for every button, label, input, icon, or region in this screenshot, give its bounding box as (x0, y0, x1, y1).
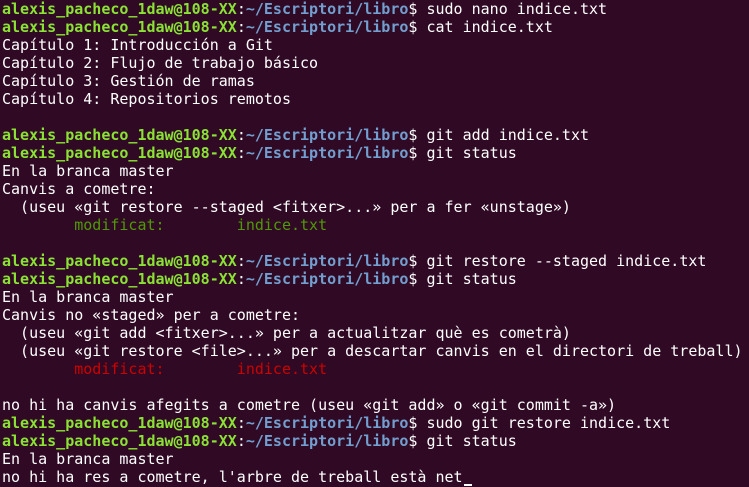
prompt-path: ~/Escriptori/libro (245, 18, 409, 36)
output-text: (useu «git restore <file>...» per a desc… (2, 342, 743, 360)
command-text: git status (417, 144, 517, 162)
command-text: git status (417, 270, 517, 288)
prompt-user: alexis_pacheco_1daw@108-XX (2, 144, 237, 162)
prompt-path: ~/Escriptori/libro (245, 432, 409, 450)
command-text: sudo git restore indice.txt (417, 414, 671, 432)
prompt-path: ~/Escriptori/libro (245, 252, 409, 270)
output-line: Capítulo 1: Introducción a Git (2, 36, 749, 54)
output-text: (useu «git restore --staged <fitxer>...»… (2, 198, 571, 216)
output-text: modificat: indice.txt (2, 360, 328, 378)
output-line: (useu «git restore <file>...» per a desc… (2, 342, 749, 360)
output-text: Canvis no «staged» per a cometre: (2, 306, 301, 324)
command-line: alexis_pacheco_1daw@108-XX:~/Escriptori/… (2, 144, 749, 162)
prompt-separator: : (236, 126, 246, 144)
text-cursor (463, 484, 472, 486)
prompt-path: ~/Escriptori/libro (245, 144, 409, 162)
prompt-separator: : (236, 252, 246, 270)
prompt-path: ~/Escriptori/libro (245, 0, 409, 18)
prompt-user: alexis_pacheco_1daw@108-XX (2, 18, 237, 36)
output-text: no hi ha canvis afegits a cometre (useu … (2, 396, 617, 414)
command-line: alexis_pacheco_1daw@108-XX:~/Escriptori/… (2, 270, 749, 288)
output-line: Capítulo 2: Flujo de trabajo básico (2, 54, 749, 72)
prompt-path: ~/Escriptori/libro (245, 414, 409, 432)
prompt-user: alexis_pacheco_1daw@108-XX (2, 432, 237, 450)
output-text: Capítulo 3: Gestión de ramas (2, 72, 255, 90)
output-text: (useu «git add <fitxer>...» per a actual… (2, 324, 571, 342)
output-line: En la branca master (2, 288, 749, 306)
prompt-separator: : (236, 414, 246, 432)
output-line: Canvis no «staged» per a cometre: (2, 306, 749, 324)
output-text: Capítulo 2: Flujo de trabajo básico (2, 54, 319, 72)
prompt-separator: : (236, 432, 246, 450)
command-line: alexis_pacheco_1daw@108-XX:~/Escriptori/… (2, 0, 749, 18)
output-text: Canvis a cometre: (2, 180, 156, 198)
prompt-path: ~/Escriptori/libro (245, 126, 409, 144)
command-text: git add indice.txt (417, 126, 590, 144)
prompt-path: ~/Escriptori/libro (245, 270, 409, 288)
prompt-user: alexis_pacheco_1daw@108-XX (2, 270, 237, 288)
output-line: (useu «git restore --staged <fitxer>...»… (2, 198, 749, 216)
command-text: sudo nano indice.txt (417, 0, 608, 18)
output-text: En la branca master (2, 288, 174, 306)
output-text: En la branca master (2, 450, 174, 468)
output-text: Capítulo 4: Repositorios remotos (2, 90, 291, 108)
prompt-user: alexis_pacheco_1daw@108-XX (2, 0, 237, 18)
command-line: alexis_pacheco_1daw@108-XX:~/Escriptori/… (2, 126, 749, 144)
prompt-user: alexis_pacheco_1daw@108-XX (2, 126, 237, 144)
command-text: git restore --staged indice.txt (417, 252, 707, 270)
command-text: git status (417, 432, 517, 450)
output-line: Canvis a cometre: (2, 180, 749, 198)
output-line: no hi ha canvis afegits a cometre (useu … (2, 396, 749, 414)
output-text: modificat: indice.txt (2, 216, 328, 234)
output-text: Capítulo 1: Introducción a Git (2, 36, 273, 54)
output-text: no hi ha res a cometre, l'arbre de treba… (2, 468, 463, 486)
output-line: Capítulo 3: Gestión de ramas (2, 72, 749, 90)
prompt-user: alexis_pacheco_1daw@108-XX (2, 252, 237, 270)
command-text: cat indice.txt (417, 18, 553, 36)
prompt-separator: : (236, 18, 246, 36)
prompt-separator: : (236, 144, 246, 162)
staged-file-line: modificat: indice.txt (2, 216, 749, 234)
output-text: En la branca master (2, 162, 174, 180)
command-line: alexis_pacheco_1daw@108-XX:~/Escriptori/… (2, 414, 749, 432)
prompt-user: alexis_pacheco_1daw@108-XX (2, 414, 237, 432)
terminal-window[interactable]: alexis_pacheco_1daw@108-XX:~/Escriptori/… (0, 0, 749, 487)
command-line: alexis_pacheco_1daw@108-XX:~/Escriptori/… (2, 432, 749, 450)
prompt-separator: : (236, 270, 246, 288)
command-line: alexis_pacheco_1daw@108-XX:~/Escriptori/… (2, 252, 749, 270)
output-line: En la branca master (2, 162, 749, 180)
output-line: (useu «git add <fitxer>...» per a actual… (2, 324, 749, 342)
unstaged-file-line: modificat: indice.txt (2, 360, 749, 378)
output-line: Capítulo 4: Repositorios remotos (2, 90, 749, 108)
prompt-separator: : (236, 0, 246, 18)
command-line: alexis_pacheco_1daw@108-XX:~/Escriptori/… (2, 18, 749, 36)
output-line: En la branca master (2, 450, 749, 468)
output-line: no hi ha res a cometre, l'arbre de treba… (2, 468, 749, 486)
